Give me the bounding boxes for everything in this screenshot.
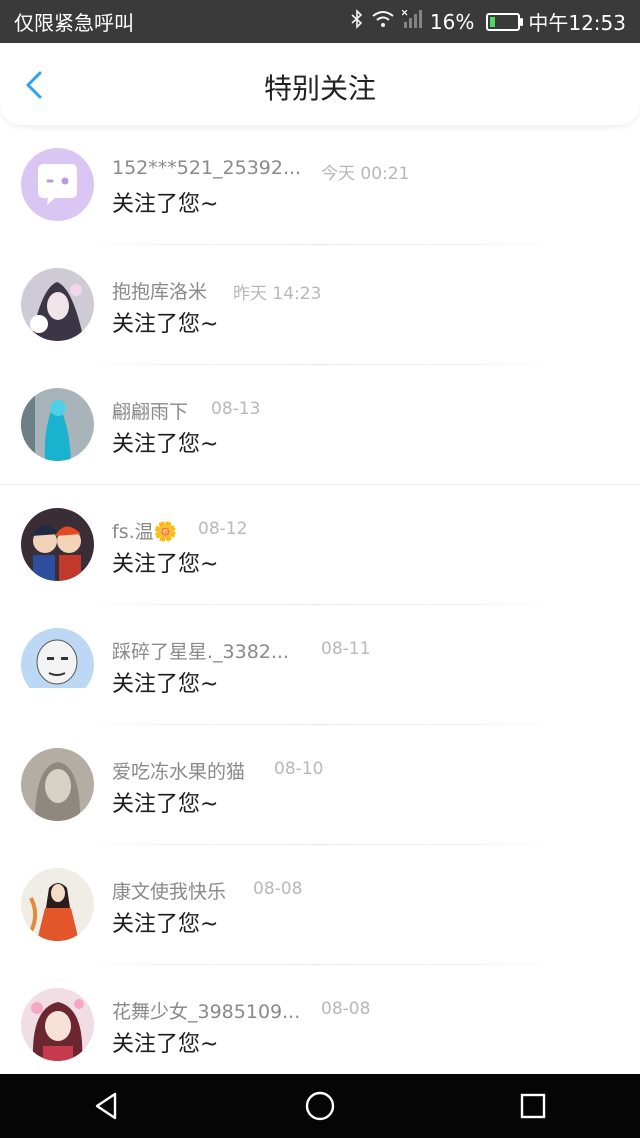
user-name[interactable]: 152***521_25392... [112, 157, 301, 179]
user-name[interactable]: 抱抱库洛米 [112, 277, 207, 304]
nav-home-button[interactable] [290, 1076, 350, 1136]
signal-icon [401, 9, 422, 33]
user-name[interactable]: 翩翩雨下 [112, 397, 188, 424]
user-name[interactable]: 踩碎了星星._3382... [112, 637, 289, 664]
list-item[interactable]: 抱抱库洛米 昨天 14:23 关注了您~ [0, 245, 640, 365]
nav-back-button[interactable] [77, 1076, 137, 1136]
timestamp: 08-13 [211, 399, 261, 419]
status-bar: 仅限紧急呼叫 16% 中午12:53 [0, 0, 640, 43]
list-item[interactable]: 康文使我快乐 08-08 关注了您~ [0, 845, 640, 965]
timestamp: 08-12 [198, 519, 248, 539]
clock: 中午12:53 [528, 11, 626, 35]
status-icons: 16% 中午12:53 [350, 7, 626, 36]
avatar[interactable] [21, 268, 94, 341]
avatar[interactable] [21, 508, 94, 581]
follow-list: 152***521_25392... 今天 00:21 关注了您~ 抱抱库洛米 … [0, 125, 640, 1085]
header: 特别关注 [0, 43, 640, 125]
message-text: 关注了您~ [112, 792, 219, 817]
user-name[interactable]: 康文使我快乐 [112, 877, 226, 904]
message-text: 关注了您~ [112, 552, 219, 577]
timestamp: 08-10 [274, 759, 324, 779]
battery-icon [486, 12, 524, 31]
triangle-back-icon [95, 1092, 116, 1120]
avatar[interactable] [21, 748, 94, 821]
avatar[interactable] [21, 868, 94, 941]
flower-emoji-icon: 🌼 [153, 521, 178, 543]
message-text: 关注了您~ [112, 672, 219, 697]
avatar[interactable] [21, 148, 94, 221]
wifi-icon [372, 10, 394, 33]
message-text: 关注了您~ [112, 312, 219, 337]
circle-home-icon [305, 1091, 335, 1121]
page-title: 特别关注 [263, 72, 376, 105]
avatar[interactable] [21, 628, 94, 701]
user-name[interactable]: 爱吃冻水果的猫 [112, 757, 245, 784]
bluetooth-icon [350, 9, 364, 34]
timestamp: 08-11 [321, 639, 371, 659]
timestamp: 昨天 14:23 [233, 284, 322, 304]
timestamp: 08-08 [253, 879, 303, 899]
emergency-call-text: 仅限紧急呼叫 [14, 11, 134, 35]
message-text: 关注了您~ [112, 432, 219, 457]
list-item[interactable]: 爱吃冻水果的猫 08-10 关注了您~ [0, 725, 640, 845]
message-text: 关注了您~ [112, 1032, 219, 1057]
list-item[interactable]: 踩碎了星星._3382... 08-11 关注了您~ [0, 605, 640, 725]
timestamp: 今天 00:21 [321, 164, 410, 184]
square-recents-icon [521, 1093, 546, 1119]
list-item[interactable]: 翩翩雨下 08-13 关注了您~ [0, 365, 640, 485]
list-item[interactable]: 152***521_25392... 今天 00:21 关注了您~ [0, 125, 640, 245]
avatar[interactable] [21, 988, 94, 1061]
user-name[interactable]: fs.温🌼 [112, 517, 177, 544]
list-item[interactable]: fs.温🌼 08-12 关注了您~ [0, 485, 640, 605]
message-text: 关注了您~ [112, 912, 219, 937]
battery-percent: 16% [429, 9, 475, 34]
list-item[interactable]: 花舞少女_3985109... 08-08 关注了您~ [0, 965, 640, 1085]
message-text: 关注了您~ [112, 192, 219, 217]
timestamp: 08-08 [321, 999, 371, 1019]
nav-recents-button[interactable] [503, 1076, 563, 1136]
user-name[interactable]: 花舞少女_3985109... [112, 997, 300, 1024]
avatar[interactable] [21, 388, 94, 461]
system-nav-bar [0, 1074, 640, 1138]
